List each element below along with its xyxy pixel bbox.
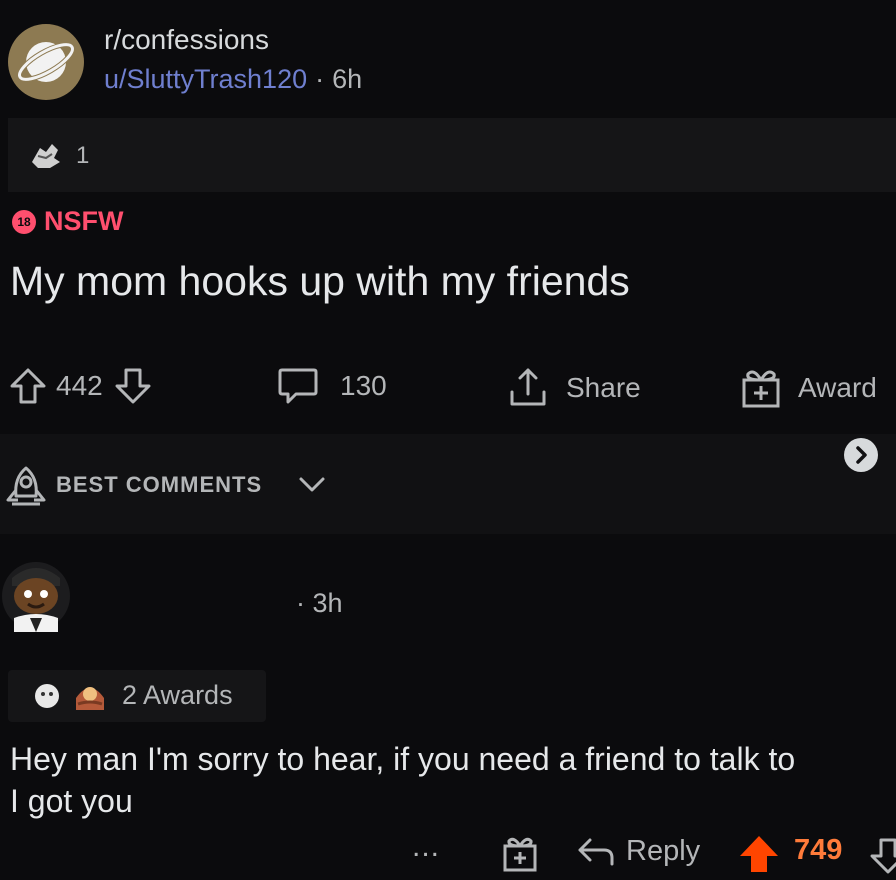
chevron-right-icon (856, 446, 867, 464)
upvote-arrow-filled-icon[interactable] (738, 834, 780, 874)
avatar-image (2, 562, 70, 632)
upvote-arrow-icon[interactable] (8, 366, 48, 406)
comments-button[interactable]: 130 (276, 366, 387, 406)
share-button[interactable]: Share (506, 366, 641, 410)
award-button[interactable]: Award (738, 366, 877, 410)
chevron-down-icon (299, 477, 325, 492)
comment-score: 749 (794, 834, 843, 866)
reply-label: Reply (626, 834, 701, 867)
comment-age: · 3h (296, 588, 343, 618)
wholesome-award-icon (35, 684, 59, 708)
post-awards-bar[interactable]: 1 (8, 118, 896, 192)
comment-awards-label: 2 Awards (122, 680, 233, 710)
more-options-button[interactable]: ... (412, 830, 440, 864)
next-button[interactable] (844, 438, 878, 472)
downvote-arrow-icon[interactable] (868, 836, 896, 876)
post-age: 6h (332, 64, 363, 94)
comment-body-line: I got you (10, 783, 133, 819)
comment-actions: ... Reply 749 (0, 830, 896, 880)
nsfw-badge-icon: 18 (12, 209, 36, 234)
gift-icon (742, 370, 780, 408)
post-actions: 442 130 Share Award (0, 360, 896, 416)
reply-arrow-icon (578, 838, 614, 866)
share-icon (510, 368, 546, 406)
comment-awards[interactable]: 2 Awards (8, 670, 266, 722)
comment-body-line: Hey man I'm sorry to hear, if you need a… (10, 741, 796, 777)
vote-group: 442 (8, 366, 153, 406)
rocket-icon (6, 466, 46, 506)
gift-icon[interactable] (500, 834, 540, 874)
meta-separator: · (315, 64, 325, 94)
share-label: Share (566, 372, 641, 403)
author-link[interactable]: u/SluttyTrash120 (104, 64, 307, 94)
subreddit-name[interactable]: r/confessions (104, 24, 269, 56)
award-label: Award (798, 372, 877, 403)
comment-count: 130 (340, 370, 387, 401)
downvote-arrow-icon[interactable] (113, 366, 153, 406)
planet-icon (17, 42, 75, 82)
comment-sort-bar[interactable]: BEST COMMENTS (0, 434, 896, 534)
comment-bubble-icon (278, 368, 318, 404)
subreddit-icon[interactable] (8, 24, 84, 100)
nsfw-label: NSFW (44, 206, 124, 236)
upvote-count: 442 (56, 370, 103, 401)
nsfw-tag: 18 NSFW (12, 206, 123, 237)
award-count: 1 (76, 142, 90, 169)
commenter-avatar[interactable] (0, 556, 72, 636)
sort-label: BEST COMMENTS (56, 472, 263, 497)
post-meta: u/SluttyTrash120 · 6h (104, 64, 362, 95)
hands-award-icon (32, 144, 60, 168)
reply-button[interactable]: Reply (576, 834, 700, 868)
hugz-award-icon (76, 687, 104, 710)
comment-body: Hey man I'm sorry to hear, if you need a… (10, 738, 896, 822)
post-title[interactable]: My mom hooks up with my friends (10, 258, 630, 305)
